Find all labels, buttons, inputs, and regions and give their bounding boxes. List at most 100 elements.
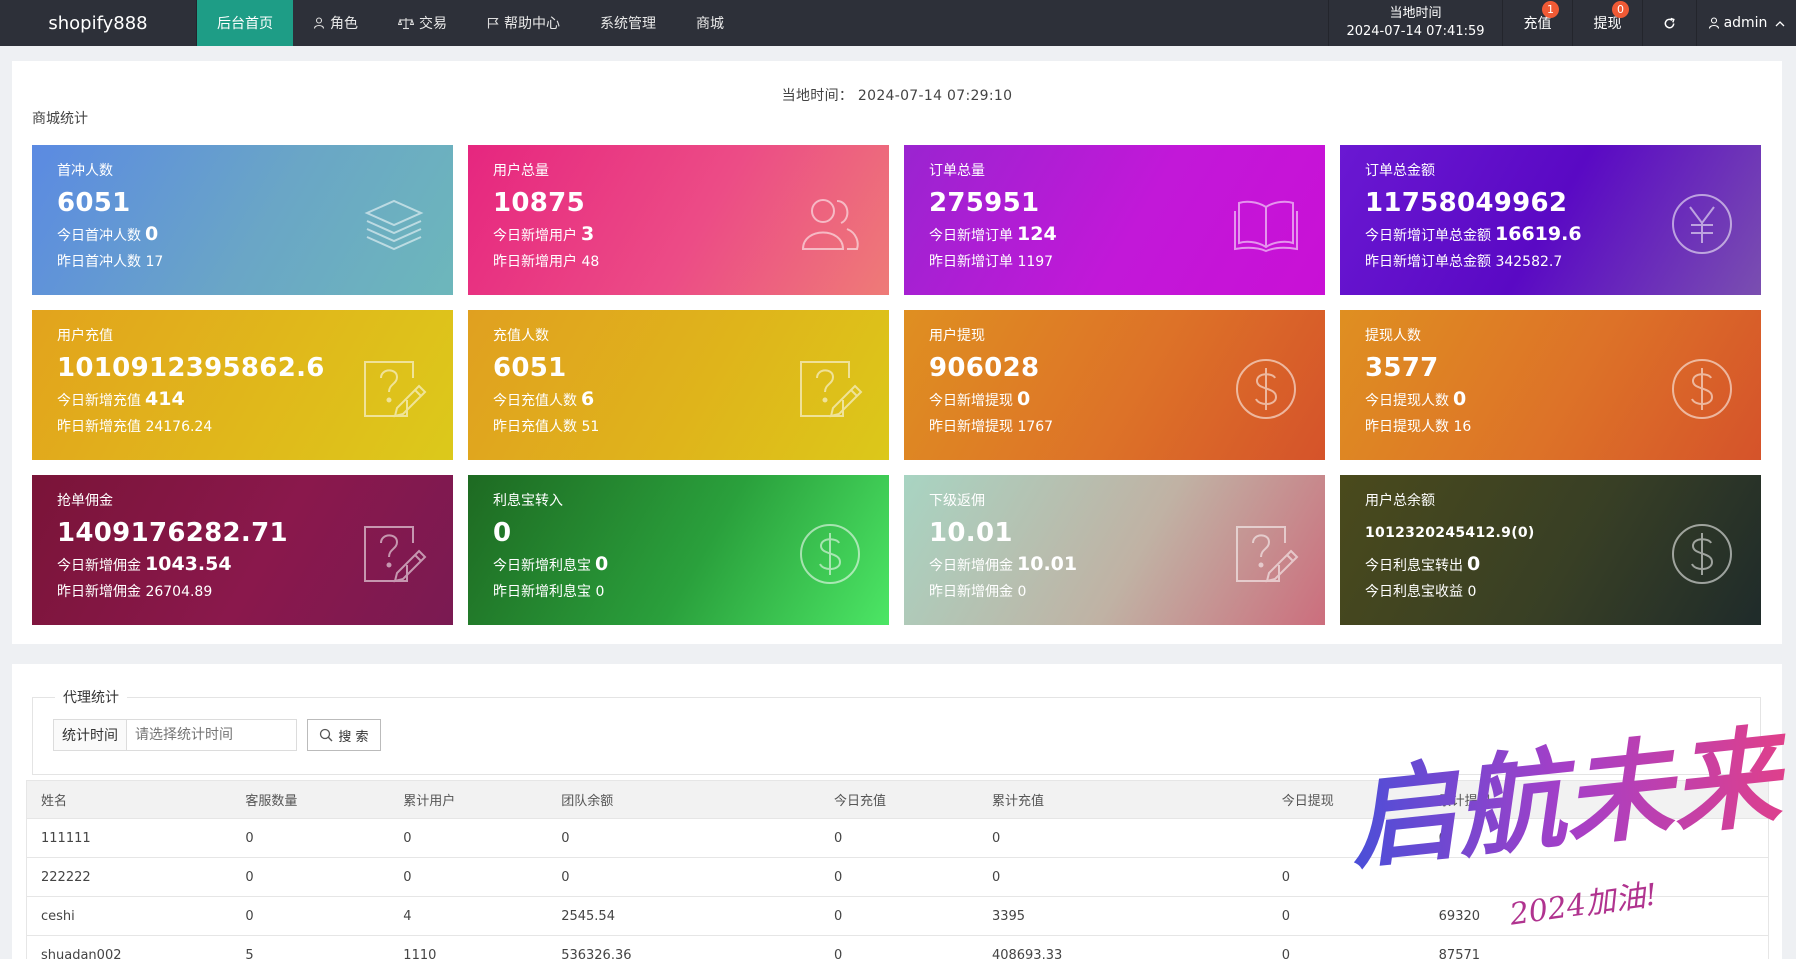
nav-item-label: 商城: [696, 16, 724, 32]
dollar-icon: [797, 521, 863, 587]
nav-item-home[interactable]: 后台首页: [197, 0, 293, 46]
search-icon: [320, 728, 333, 742]
main-nav: 后台首页 角色 交易 帮助中心 系统管理 商城: [197, 0, 744, 46]
search-label: 搜 索: [338, 729, 369, 745]
scale-icon: [398, 17, 414, 29]
table-cell: 0: [1267, 896, 1425, 936]
table-cell: 0: [977, 857, 1268, 897]
card-today-label: 今日新增用户: [493, 228, 577, 244]
card-today-value: 0: [1017, 388, 1031, 410]
card-today-label: 今日新增提现: [929, 393, 1013, 409]
column-header: 累计充值: [977, 780, 1268, 819]
user-menu[interactable]: admin: [1696, 0, 1796, 46]
table-cell: 0: [820, 896, 978, 936]
chevron-up-icon: [1775, 20, 1785, 26]
stat-card: 抢单佣金 1409176282.71 今日新增佣金 1043.54 昨日新增佣金 …: [32, 475, 453, 625]
table-cell: 111111: [26, 818, 232, 858]
card-today-label: 今日利息宝转出: [1365, 558, 1463, 574]
nav-item-help-center[interactable]: 帮助中心: [467, 0, 580, 46]
card-today-value: 10.01: [1017, 553, 1078, 575]
card-today-label: 今日新增充值: [57, 393, 141, 409]
table-row: 222222 0 0 0 0 0 0: [26, 857, 1769, 897]
question-edit-icon: [1233, 521, 1299, 587]
card-today-label: 今日充值人数: [493, 393, 577, 409]
mall-stats-panel: 当地时间： 2024-07-14 07:29:10 商城统计 首冲人数 6051…: [12, 61, 1782, 644]
column-header: 客服数量: [231, 780, 390, 819]
table-header-row: 姓名 客服数量 累计用户 团队余额 今日充值 累计充值 今日提现 累计提现: [26, 780, 1769, 819]
column-header: 今日提现: [1267, 780, 1425, 819]
stat-card: 用户总量 10875 今日新增用户 3 昨日新增用户 48: [468, 145, 889, 295]
book-icon: [1233, 191, 1299, 257]
table-cell: 0: [231, 857, 390, 897]
section-title: 商城统计: [32, 111, 88, 127]
nav-item-label: 后台首页: [217, 16, 273, 32]
card-today-label: 今日新增订单总金额: [1365, 228, 1491, 244]
stat-card: 提现人数 3577 今日提现人数 0 昨日提现人数 16: [1340, 310, 1761, 460]
local-time: 当地时间： 2024-07-14 07:29:10: [781, 88, 1013, 104]
refresh-button[interactable]: [1642, 0, 1696, 46]
table-cell: 1110: [389, 935, 548, 959]
brand-logo[interactable]: shopify888: [0, 0, 197, 46]
table-row: ceshi 0 4 2545.54 0 3395 0 69320: [26, 896, 1769, 936]
card-today-value: 1043.54: [145, 553, 232, 575]
table-cell: 0: [547, 818, 821, 858]
card-today-label: 今日新增订单: [929, 228, 1013, 244]
card-title: 用户充值: [57, 328, 113, 344]
card-today-label: 今日新增利息宝: [493, 558, 591, 574]
current-time: 当地时间 2024-07-14 07:41:59: [1328, 0, 1502, 46]
table-cell: 0: [389, 818, 548, 858]
stat-card: 用户充值 1010912395862.6 今日新增充值 414 昨日新增充值 24…: [32, 310, 453, 460]
card-title: 用户总量: [493, 163, 549, 179]
withdraw-badge: 0: [1612, 1, 1629, 18]
question-edit-icon: [797, 356, 863, 422]
nav-item-trade[interactable]: 交易: [378, 0, 467, 46]
recharge-badge: 1: [1542, 1, 1559, 18]
filter-label: 统计时间: [53, 719, 127, 751]
stat-card: 订单总量 275951 今日新增订单 124 昨日新增订单 1197: [904, 145, 1325, 295]
card-today-label: 今日首冲人数: [57, 228, 141, 244]
user-name: admin: [1723, 15, 1768, 31]
agent-table: 姓名 客服数量 累计用户 团队余额 今日充值 累计充值 今日提现 累计提现 111111 0 0 0…: [26, 780, 1769, 959]
refresh-icon: [1664, 17, 1675, 28]
search-button[interactable]: 搜 索: [307, 719, 381, 751]
card-title: 首冲人数: [57, 163, 113, 179]
stat-card: 用户总余额 1012320245412.9(0) 今日利息宝转出 0 今日利息宝收…: [1340, 475, 1761, 625]
column-header: 姓名: [26, 780, 232, 819]
flag-icon: [487, 17, 499, 29]
agent-legend: 代理统计: [55, 687, 127, 707]
table-cell: 408693.33: [977, 935, 1268, 959]
card-title: 订单总量: [929, 163, 985, 179]
column-header: 累计用户: [389, 780, 548, 819]
nav-item-roles[interactable]: 角色: [293, 0, 378, 46]
stat-card: 用户提现 906028 今日新增提现 0 昨日新增提现 1767: [904, 310, 1325, 460]
table-cell: 4: [389, 896, 548, 936]
table-cell: 0: [1267, 857, 1425, 897]
stat-card: 充值人数 6051 今日充值人数 6 昨日充值人数 51: [468, 310, 889, 460]
card-title: 订单总金额: [1365, 163, 1435, 179]
table-cell: 0: [547, 857, 821, 897]
table-row: shuadan002 5 1110 536326.36 0 408693.33 0 87571: [26, 935, 1769, 959]
table-cell: ceshi: [26, 896, 232, 936]
stat-time-input[interactable]: [127, 719, 297, 751]
card-title: 利息宝转入: [493, 493, 563, 509]
time-title: 当地时间: [1389, 6, 1442, 21]
table-cell: 0: [389, 857, 548, 897]
card-title: 用户总余额: [1365, 493, 1435, 509]
table-cell: 0: [820, 857, 978, 897]
table-cell: 0: [1424, 818, 1769, 858]
recharge-button[interactable]: 充值 1: [1502, 0, 1572, 46]
table-cell: 0: [820, 818, 978, 858]
nav-item-label: 帮助中心: [504, 16, 560, 32]
card-today-value: 0: [1453, 388, 1467, 410]
nav-item-system[interactable]: 系统管理: [580, 0, 676, 46]
dollar-icon: [1669, 356, 1735, 422]
agent-stats-panel: 代理统计 统计时间 搜 索 姓名客服数量累计用户团队余额今日充值累计充值今日提现…: [12, 664, 1782, 959]
table-cell: 2545.54: [547, 896, 821, 936]
card-title: 下级返佣: [929, 493, 985, 509]
card-today-value: 0: [145, 223, 159, 245]
withdraw-button[interactable]: 提现 0: [1572, 0, 1642, 46]
stat-card: 首冲人数 6051 今日首冲人数 0 昨日首冲人数 17: [32, 145, 453, 295]
column-header: 今日充值: [820, 780, 978, 819]
search-row: 统计时间 搜 索: [53, 719, 381, 751]
nav-item-mall[interactable]: 商城: [676, 0, 744, 46]
